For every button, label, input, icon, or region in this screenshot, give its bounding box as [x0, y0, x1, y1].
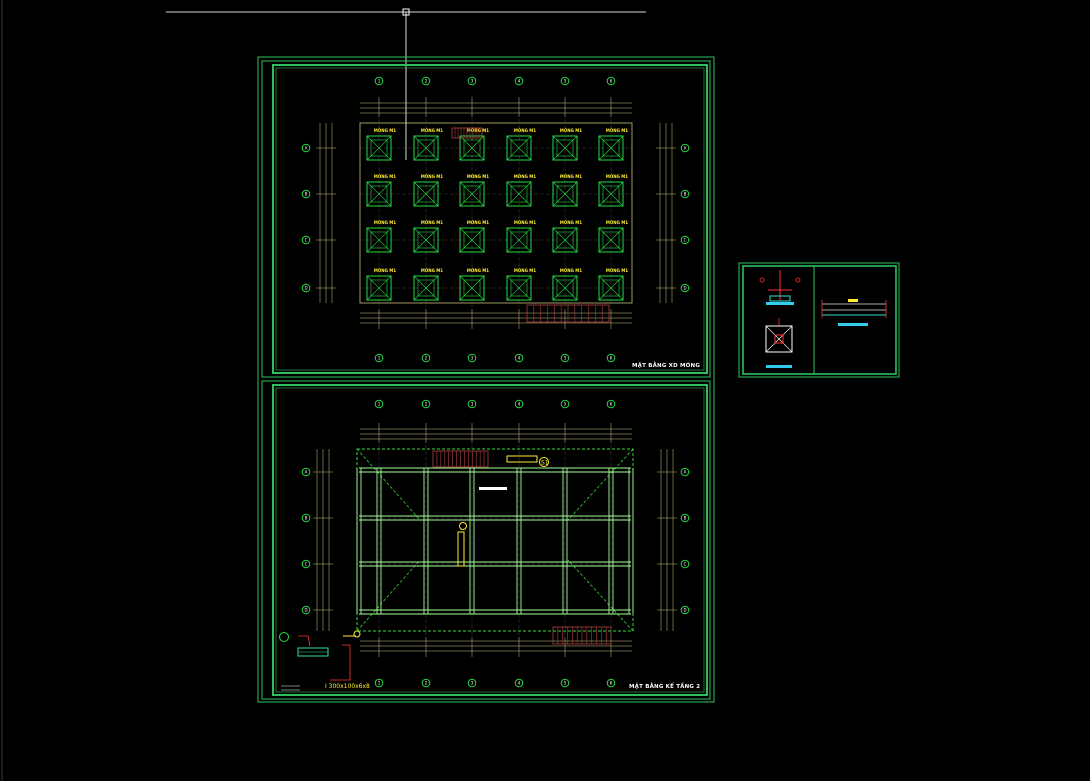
grid-bubble-label: 5 — [564, 402, 567, 407]
roof-outline — [356, 448, 634, 632]
beam-note: I 300x100x6x8 — [325, 683, 370, 690]
grid-bubble-label: 6 — [610, 402, 613, 407]
footing-label: MÓNG M1 — [421, 174, 443, 179]
grid-bubble-label: 2 — [425, 356, 428, 361]
footing-label: MÓNG M1 — [606, 268, 628, 273]
footing-label: MÓNG M1 — [606, 174, 628, 179]
roof-hip-line — [356, 448, 421, 521]
roof-hip-lines — [356, 448, 634, 632]
grid-bubble-label: D — [683, 608, 686, 613]
roof-hip-line — [567, 559, 634, 632]
sheet-b-title: MẶT BẰNG KẾ TẦNG 2 — [629, 681, 700, 690]
grid-bubble-label: A — [684, 470, 687, 475]
grid-bubble-label: 2 — [425, 79, 428, 84]
grid-bubble-label: A — [305, 470, 308, 475]
beam-section-detail — [279, 630, 361, 691]
grid-bubble-label: 3 — [471, 79, 474, 84]
grid-bubble-label: 4 — [518, 356, 521, 361]
footing-label: MÓNG M1 — [514, 268, 536, 273]
footing-label: MÓNG M1 — [606, 128, 628, 133]
grid-bubble-label: C — [684, 238, 687, 243]
grid-bubble-label: C — [305, 562, 308, 567]
footing-label: MÓNG M1 — [467, 268, 489, 273]
crosshair-cursor[interactable] — [166, 8, 646, 160]
grid-bubble-label: 5 — [564, 356, 567, 361]
grid-bubble-label: 2 — [425, 681, 428, 686]
sheet-floor2-plan[interactable]: 1 1 2 2 3 3 4 4 5 5 6 6 A A B B C C D D S1 I 300x100x6x8 MẶ… — [261, 380, 711, 700]
foundation-outline — [359, 122, 633, 304]
grid-bubble-label: 5 — [564, 681, 567, 686]
grid-bubbles: 1 1 2 2 3 3 4 4 5 5 6 6 A A B B C C D D — [301, 399, 690, 688]
grid-bubble-label: A — [684, 146, 687, 151]
grid-bubble-label: 2 — [425, 402, 428, 407]
grid-bubble-label: C — [684, 562, 687, 567]
stair-bottom — [526, 304, 610, 323]
opening — [479, 487, 507, 490]
footing-label: MÓNG M1 — [514, 174, 536, 179]
grid-bubble-label: 4 — [518, 79, 521, 84]
grid-bubble-label: 6 — [610, 79, 613, 84]
footing-label: MÓNG M1 — [467, 220, 489, 225]
grid-bubble-label: D — [304, 608, 307, 613]
grid-bubble-label: 3 — [471, 681, 474, 686]
stair-bottom — [552, 626, 612, 645]
grid-bubble-label: B — [305, 192, 308, 197]
footing-label: MÓNG M1 — [374, 174, 396, 179]
grid-bubble-label: 1 — [378, 356, 381, 361]
footing-label: MÓNG M1 — [374, 220, 396, 225]
grid-bubble-label: A — [305, 146, 308, 151]
footing-label: MÓNG M1 — [514, 128, 536, 133]
slab-marker: S1 — [541, 460, 549, 467]
roof-hip-line — [567, 448, 634, 521]
grid-bubble-label: 6 — [610, 681, 613, 686]
beam-tag — [506, 455, 538, 463]
grid-bubble-label: 3 — [471, 402, 474, 407]
footing-label: MÓNG M1 — [560, 128, 582, 133]
grid-bubble-label: B — [684, 516, 687, 521]
grid-bubble-label: 4 — [518, 402, 521, 407]
grid-bubble-label: B — [305, 516, 308, 521]
sheet-details[interactable] — [738, 262, 900, 378]
roof-hip-line — [356, 559, 421, 632]
beam-elevation-detail — [821, 299, 887, 326]
grid-bubble-label: C — [305, 238, 308, 243]
footing-label: MÓNG M1 — [560, 268, 582, 273]
cad-canvas[interactable]: 1 1 2 2 3 3 4 4 5 5 6 6 A A B B C C D D MÓNG M1 MÓNG M1 MÓNG … — [0, 0, 1090, 781]
footing-label: MÓNG M1 — [467, 174, 489, 179]
footing-label: MÓNG M1 — [421, 220, 443, 225]
sheet-a-title: MẶT BẰNG XD MÓNG — [632, 361, 700, 369]
footing-label: MÓNG M1 — [421, 128, 443, 133]
footing-label: MÓNG M1 — [560, 174, 582, 179]
grid-bubble-label: 5 — [564, 79, 567, 84]
grid-bubble-label: B — [684, 192, 687, 197]
stair-top — [432, 450, 489, 468]
grid-bubble-label: D — [304, 286, 307, 291]
footing-plan-detail — [765, 318, 793, 368]
grid-bubble-label: 4 — [518, 681, 521, 686]
dimension-lines — [313, 423, 677, 657]
grid-bubble-label: 1 — [378, 681, 381, 686]
footing-label: MÓNG M1 — [374, 268, 396, 273]
footing-elevation-detail — [759, 270, 801, 305]
footing-label: MÓNG M1 — [560, 220, 582, 225]
sheet-foundation-plan[interactable]: 1 1 2 2 3 3 4 4 5 5 6 6 A A B B C C D D MÓNG M1 MÓNG M1 MÓNG … — [261, 60, 711, 378]
column-marker-icon — [459, 522, 467, 530]
grid-bubble-label: 1 — [378, 402, 381, 407]
column-tag — [457, 531, 465, 567]
footing-label: MÓNG M1 — [374, 128, 396, 133]
layout-outer-border — [257, 56, 715, 703]
grid-bubble-label: 3 — [471, 356, 474, 361]
footing-label: MÓNG M1 — [514, 220, 536, 225]
footing-label: MÓNG M1 — [606, 220, 628, 225]
footing-label: MÓNG M1 — [421, 268, 443, 273]
grid-bubble-label: 6 — [610, 356, 613, 361]
grid-bubble-label: 1 — [378, 79, 381, 84]
grid-bubble-label: D — [683, 286, 686, 291]
